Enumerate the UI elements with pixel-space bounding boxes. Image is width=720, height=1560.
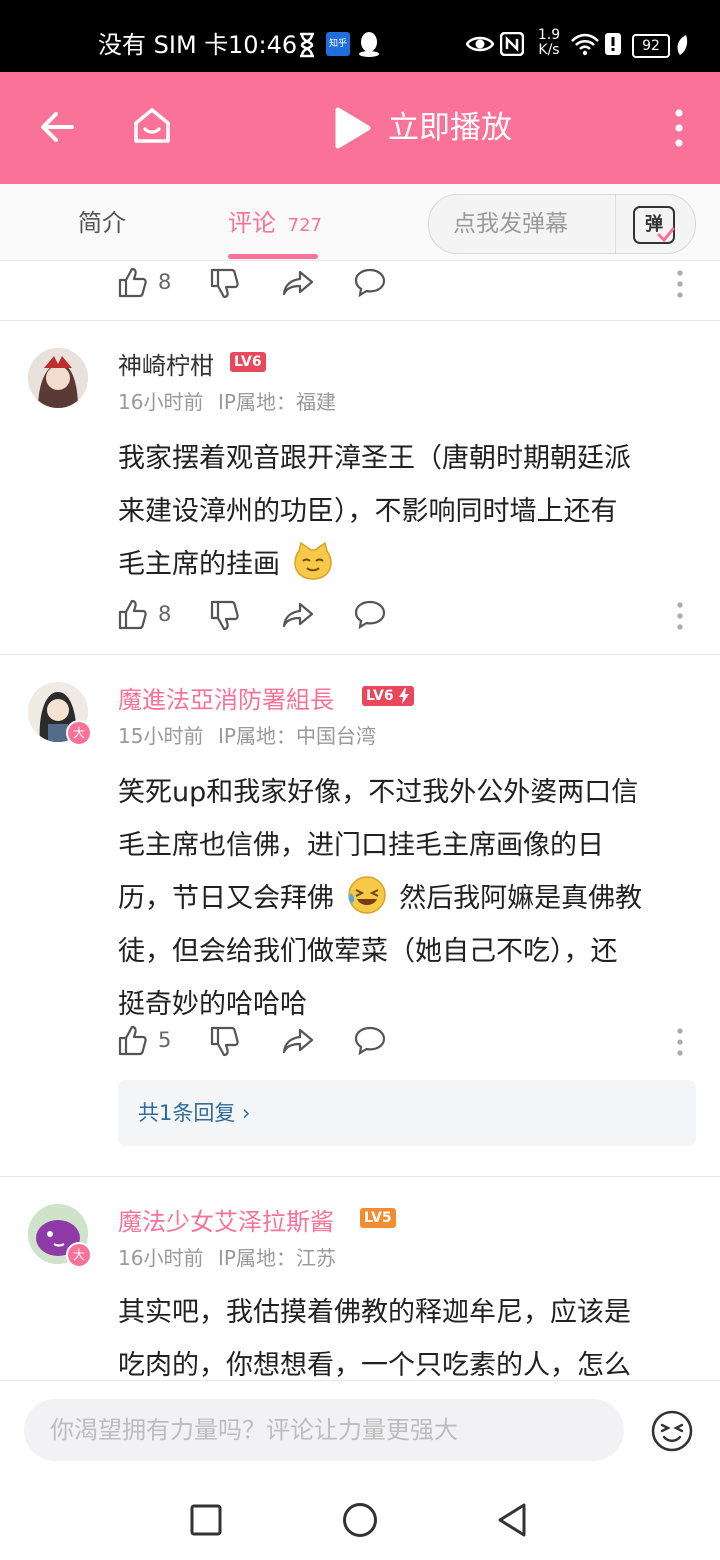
username[interactable]: 神崎柠柑 [118, 346, 214, 381]
network-speed-value: 1.9 [537, 27, 561, 43]
recent-apps-icon[interactable] [190, 1504, 222, 1536]
comment-time: 15小时前 [118, 724, 204, 748]
reply-icon[interactable] [354, 268, 386, 298]
comment-line: 历，节日又会拜佛 [118, 883, 334, 914]
app-bar: 立即播放 [0, 72, 720, 184]
like-count: 5 [158, 1028, 172, 1052]
level-badge: LV5 [360, 1208, 396, 1228]
dislike-icon[interactable] [210, 1026, 240, 1058]
dislike-icon[interactable] [210, 268, 240, 300]
comment-divider [0, 654, 720, 655]
comment-line: 徒，但会给我们做荤菜（她自己不吃），还 [118, 936, 618, 967]
comment-time: 16小时前 [118, 390, 204, 414]
system-nav-bar [0, 1480, 720, 1560]
reply-icon[interactable] [354, 600, 386, 630]
comment-more-icon[interactable] [676, 602, 684, 630]
wifi-icon [571, 33, 599, 56]
comment-0-actions: 8 [118, 264, 708, 304]
comment-divider [0, 1176, 720, 1177]
comment-time: 16小时前 [118, 1246, 204, 1270]
play-icon [335, 107, 371, 149]
active-tab-indicator [228, 254, 318, 259]
comment-line: 来建设漳州的功臣），不影响同时墙上还有 [118, 496, 618, 527]
hourglass-icon [300, 32, 314, 58]
comment-input[interactable]: 你渴望拥有力量吗？评论让力量更强大 [24, 1399, 624, 1461]
status-bar: 没有 SIM 卡 10:46 知乎 1.9 K/s 92 [0, 0, 720, 72]
ip-location: IP属地：江苏 [218, 1246, 336, 1270]
comment-text: 其实吧，我估摸着佛教的释迦牟尼，应该是 吃肉的，你想想看，一个只吃素的人，怎么 [118, 1286, 698, 1392]
comment-input-bar: 你渴望拥有力量吗？评论让力量更强大 [0, 1380, 720, 1481]
tab-comments[interactable]: 评论 727 [228, 184, 322, 260]
danmaku-input[interactable]: 点我发弹幕 弹 [428, 194, 696, 254]
network-speed: 1.9 K/s [534, 28, 564, 58]
dislike-icon[interactable] [210, 600, 240, 632]
ip-location: IP属地：中国台湾 [218, 724, 376, 748]
like-icon[interactable] [118, 266, 148, 298]
view-replies-label: 共1条回复 › [138, 1101, 251, 1125]
comment-text: 笑死up和我家好像，不过我外公外婆两口信 毛主席也信佛，进门口挂毛主席画像的日 … [118, 766, 698, 1031]
comment-line: 我家摆着观音跟开漳圣王（唐朝时期朝廷派 [118, 443, 631, 474]
comment-text: 我家摆着观音跟开漳圣王（唐朝时期朝廷派 来建设漳州的功臣），不影响同时墙上还有 … [118, 432, 698, 591]
qq-icon [359, 32, 379, 57]
level-badge: LV6 [230, 352, 266, 372]
view-replies-button[interactable]: 共1条回复 › [118, 1080, 696, 1146]
sim-status: 没有 SIM 卡 [98, 31, 229, 59]
comment-more-icon[interactable] [676, 270, 684, 298]
tab-comments-label: 评论 [228, 209, 276, 237]
play-now-button[interactable]: 立即播放 [332, 102, 532, 154]
share-icon[interactable] [282, 602, 314, 628]
like-count: 8 [158, 270, 172, 294]
ip-location: IP属地：福建 [218, 390, 336, 414]
emoji-picker-icon[interactable] [650, 1409, 694, 1453]
comment-input-placeholder: 你渴望拥有力量吗？评论让力量更强大 [50, 1416, 458, 1444]
comment-more-icon[interactable] [676, 1028, 684, 1056]
reply-icon[interactable] [354, 1026, 386, 1056]
comment-divider [0, 320, 720, 321]
alert-icon [605, 33, 621, 55]
lightning-icon [399, 688, 409, 704]
nfc-icon [500, 32, 524, 56]
comment-line: 毛主席也信佛，进门口挂毛主席画像的日 [118, 830, 604, 861]
comment-actions: 5 [118, 1022, 708, 1062]
username[interactable]: 魔法少女艾泽拉斯酱 [118, 1202, 334, 1237]
avatar-illustration [28, 348, 88, 408]
vip-badge: 大 [66, 720, 92, 746]
leaf-icon [677, 35, 688, 55]
check-icon [657, 227, 675, 243]
avatar[interactable] [28, 348, 88, 408]
vip-badge: 大 [66, 1242, 92, 1268]
back-nav-icon[interactable] [496, 1502, 528, 1538]
like-count: 8 [158, 602, 172, 626]
battery-icon: 92 [632, 34, 670, 58]
more-vertical-icon[interactable] [672, 108, 686, 148]
comment-line: 笑死up和我家好像，不过我外公外婆两口信 [118, 777, 639, 808]
cat-face-emoji [293, 541, 332, 580]
comment-line-with-emoji: 毛主席的挂画 [118, 538, 698, 591]
comment-line: 毛主席的挂画 [118, 549, 280, 580]
comment-line: 其实吧，我估摸着佛教的释迦牟尼，应该是 [118, 1297, 631, 1328]
eye-icon [466, 36, 494, 52]
zhihu-icon: 知乎 [326, 32, 350, 56]
username[interactable]: 魔進法亞消防署組長 [118, 680, 334, 715]
comment-actions: 8 [118, 596, 708, 636]
comment-line: 然后我阿嫲是真佛教 [399, 883, 643, 914]
clock: 10:46 [228, 31, 298, 59]
laughing-crying-emoji [347, 876, 386, 914]
share-icon[interactable] [282, 1028, 314, 1054]
like-icon[interactable] [118, 598, 148, 630]
comment-line-with-emoji: 历，节日又会拜佛 然后我阿嫲是真佛教 [118, 872, 698, 925]
network-speed-unit: K/s [538, 42, 560, 58]
tab-bar: 简介 评论 727 点我发弹幕 弹 [0, 184, 720, 261]
play-now-label: 立即播放 [388, 110, 512, 146]
share-icon[interactable] [282, 270, 314, 296]
like-icon[interactable] [118, 1024, 148, 1056]
tab-comments-count: 727 [287, 215, 322, 236]
back-arrow-icon[interactable] [38, 108, 76, 146]
home-nav-icon[interactable] [342, 1502, 378, 1538]
home-icon[interactable] [132, 106, 172, 146]
danmaku-placeholder: 点我发弹幕 [453, 211, 568, 237]
tab-intro[interactable]: 简介 [78, 184, 126, 260]
danmaku-divider [615, 195, 616, 253]
